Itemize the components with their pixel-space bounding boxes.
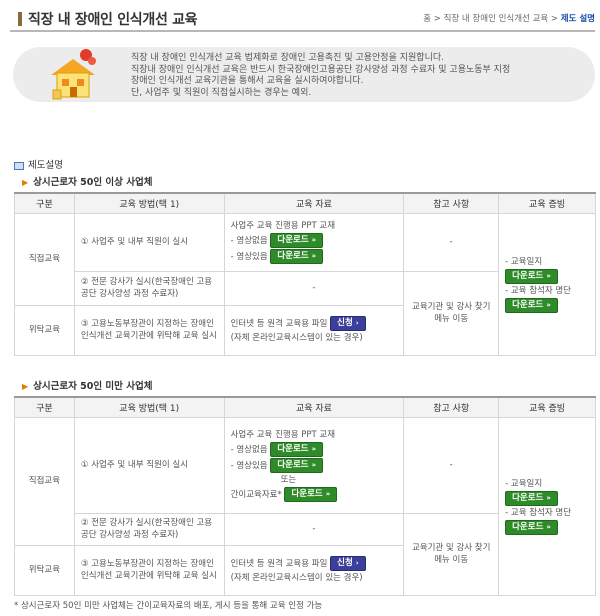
table-large-business: 구분 교육 방법(택 1) 교육 자료 참고 사항 교육 증빙 직접교육 ① 사… [14, 192, 596, 356]
download-button[interactable]: 다운로드» [505, 519, 558, 535]
material-dash: - [223, 512, 405, 546]
category-consign: 위탁교육 [14, 544, 75, 596]
title-bar-icon [18, 12, 22, 26]
download-button[interactable]: 다운로드» [284, 486, 338, 502]
apply-button[interactable]: 신청 › [330, 556, 366, 571]
material-cell: 사업주 교육 진행용 PPT 교재 - 영상없음 다운로드» - 영상있음 다운… [223, 212, 405, 272]
breadcrumb-section[interactable]: 직장 내 장애인 인식개선 교육 [444, 14, 549, 24]
method-1: ① 사업주 및 내부 직원이 실시 [73, 212, 225, 272]
header-proof: 교육 증빙 [498, 396, 596, 418]
banner-text: 직장 내 장애인 인식개선 교육 법제화로 장애인 고용촉진 및 고용안정을 지… [131, 53, 511, 98]
header-material: 교육 자료 [223, 192, 405, 214]
header-note: 참고 사항 [403, 192, 500, 214]
note-find-link[interactable]: 교육기관 및 강사 찾기 메뉴 이동 [403, 512, 500, 596]
download-button[interactable]: 다운로드» [270, 457, 324, 473]
category-direct: 직접교육 [14, 416, 75, 546]
download-button[interactable]: 다운로드» [270, 249, 324, 264]
header-proof: 교육 증빙 [498, 192, 596, 214]
page-title: 직장 내 장애인 인식개선 교육 [28, 12, 198, 28]
section-icon [14, 161, 24, 170]
header-material: 교육 자료 [223, 396, 405, 418]
header-category: 구분 [14, 396, 75, 418]
method-3: ③ 고용노동부장관이 지정하는 장애인 인식개선 교육기관에 위탁해 교육 실시 [73, 544, 225, 596]
category-direct: 직접교육 [14, 212, 75, 306]
intro-banner: 직장 내 장애인 인식개선 교육 법제화로 장애인 고용촉진 및 고용안정을 지… [13, 47, 595, 102]
download-button[interactable]: 다운로드» [270, 441, 324, 457]
method-2: ② 전문 강사가 실시(한국장애인 고용공단 강사양성 과정 수료자) [73, 512, 225, 546]
triangle-bullet-icon: ▶ [22, 178, 29, 187]
material-cell: 사업주 교육 진행용 PPT 교재 - 영상없음 다운로드» - 영상있음 다운… [223, 416, 405, 514]
download-button[interactable]: 다운로드» [270, 233, 324, 248]
header-note: 참고 사항 [403, 396, 500, 418]
method-3: ③ 고용노동부장관이 지정하는 장애인 인식개선 교육기관에 위탁해 교육 실시 [73, 304, 225, 356]
page-header: 직장 내 장애인 인식개선 교육 홈 > 직장 내 장애인 인식개선 교육 > … [10, 6, 595, 32]
header-category: 구분 [14, 192, 75, 214]
method-1: ① 사업주 및 내부 직원이 실시 [73, 416, 225, 514]
apply-button[interactable]: 신청 › [330, 316, 366, 331]
download-button[interactable]: 다운로드» [505, 297, 558, 313]
breadcrumb-home[interactable]: 홈 [423, 14, 431, 24]
material-dash: - [223, 270, 405, 306]
header-method: 교육 방법(택 1) [73, 192, 225, 214]
header-method: 교육 방법(택 1) [73, 396, 225, 418]
note-dash: - [403, 416, 500, 514]
category-consign: 위탁교육 [14, 304, 75, 356]
online-cell: 인터넷 등 원격 교육용 파일 신청 › (자체 온라인교육시스템이 있는 경우) [223, 544, 405, 596]
subsection-title-small: ▶ 상시근로자 50인 미만 사업체 [22, 381, 153, 392]
footnote: * 상시근로자 50인 미만 사업체는 간이교육자료의 배포, 게시 등을 통해… [14, 601, 323, 611]
building-illustration-icon [51, 49, 96, 100]
section-title: 제도설명 [14, 157, 63, 171]
download-button[interactable]: 다운로드» [505, 490, 558, 506]
triangle-bullet-icon: ▶ [22, 382, 29, 391]
subsection-title-large: ▶ 상시근로자 50인 이상 사업체 [22, 177, 153, 188]
download-button[interactable]: 다운로드» [505, 268, 558, 284]
breadcrumb-current: 제도 설명 [560, 14, 595, 24]
table-small-business: 구분 교육 방법(택 1) 교육 자료 참고 사항 교육 증빙 직접교육 ① 사… [14, 396, 596, 596]
proof-cell: - 교육일지 다운로드» - 교육 참석자 명단 다운로드» [498, 416, 596, 596]
method-2: ② 전문 강사가 실시(한국장애인 고용공단 강사양성 과정 수료자) [73, 270, 225, 306]
note-find-link[interactable]: 교육기관 및 강사 찾기 메뉴 이동 [403, 270, 500, 356]
proof-cell: - 교육일지 다운로드» - 교육 참석자 명단 다운로드» [498, 212, 596, 356]
online-cell: 인터넷 등 원격 교육용 파일 신청 › (자체 온라인교육시스템이 있는 경우) [223, 304, 405, 356]
note-dash: - [403, 212, 500, 272]
breadcrumb: 홈 > 직장 내 장애인 인식개선 교육 > 제도 설명 [423, 14, 595, 24]
